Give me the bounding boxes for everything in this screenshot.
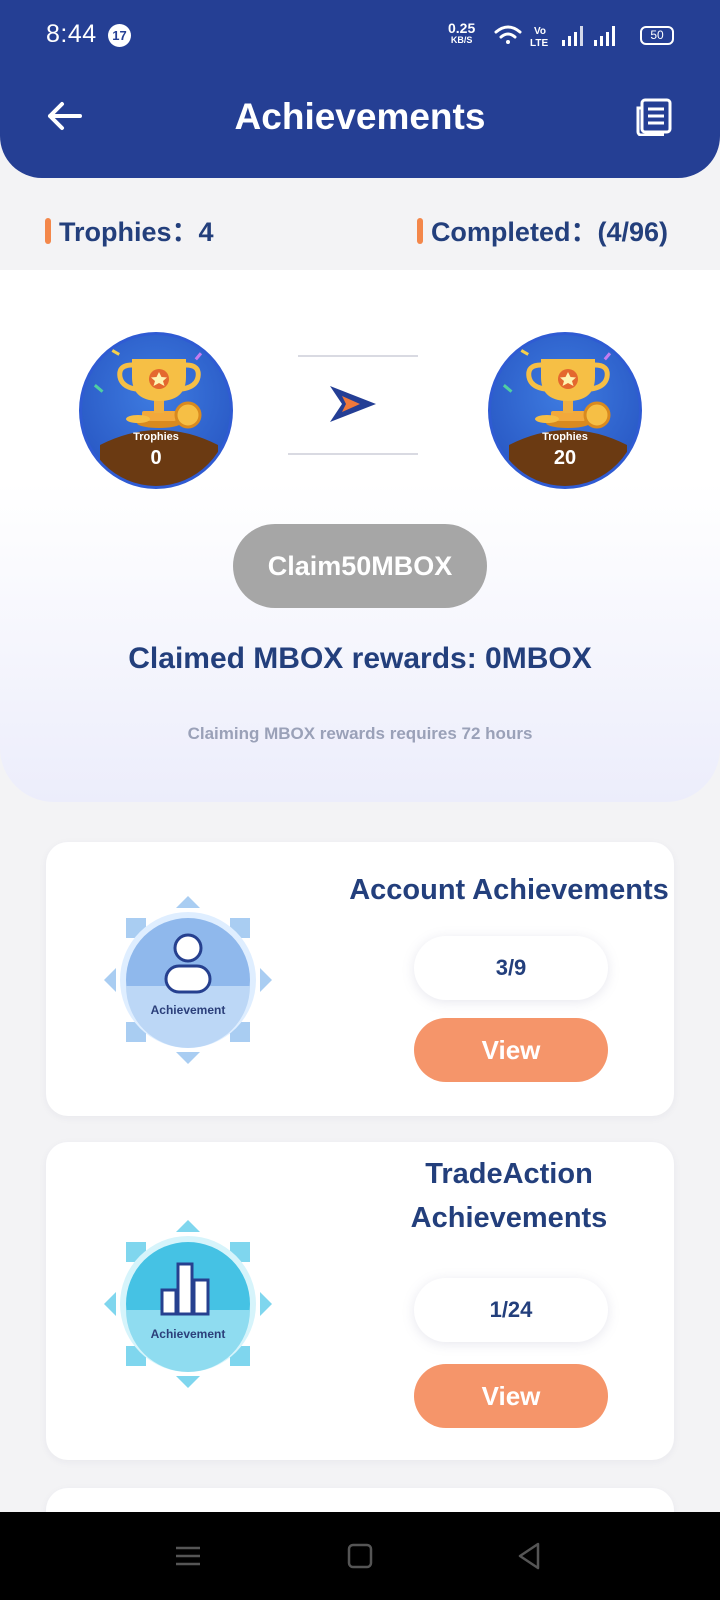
accent-bar [416,218,423,244]
trophies-summary: Trophies：4 [45,210,214,249]
next-trophy-badge: Trophies 20 [488,332,642,489]
status-bar: 8:44 17 0.25 KB/S Vo LTE 50 [0,0,720,70]
network-speed: 0.25 KB/S [448,21,475,46]
accent-bar [45,218,51,244]
claim-button[interactable]: Claim50MBOX [233,524,487,608]
completed-value: (4/96) [597,217,668,247]
notification-count-badge: 17 [108,24,131,47]
trophy-label: Trophies [542,431,588,443]
status-time: 8:44 [46,20,97,48]
back-triangle-icon[interactable] [514,1540,546,1572]
trophy-value: 20 [553,447,577,469]
account-achievements-card: Achievement Account Achievements 3/9 Vie… [46,842,674,1116]
claim-panel: Trophies 0 Trophies 20 Claim50MBOX Claim… [0,270,720,802]
trophy-label: Trophies [133,431,179,443]
summary-row: Trophies：4 Completed：(4/96) [0,188,720,268]
completed-label: Completed： [430,217,598,247]
menu-icon[interactable] [172,1540,204,1572]
card-title: TradeAction Achievements [346,1152,672,1240]
trophies-label: Trophies： [59,217,199,247]
trophy-value: 0 [150,447,162,469]
system-navigation-bar [0,1512,720,1600]
document-list-icon[interactable] [636,98,672,136]
current-trophy-badge: Trophies 0 [79,332,233,489]
system-status-icons: Vo LTE [494,25,615,49]
progress-count: 1/24 [414,1278,608,1342]
volte-label-line2: LTE [530,38,548,49]
badge-label: Achievement [151,1003,226,1017]
battery-indicator: 50 [640,26,674,45]
view-button[interactable]: View [414,1364,608,1428]
wifi-icon [494,25,522,44]
view-button[interactable]: View [414,1018,608,1082]
claim-requirement-note: Claiming MBOX rewards requires 72 hours [187,724,533,743]
signal-icon-2 [594,26,615,46]
trophies-value: 4 [198,217,214,247]
page-title: Achievements [234,96,486,137]
completed-summary: Completed：(4/96) [416,210,668,249]
progress-count: 3/9 [414,936,608,1000]
signal-icon-1 [562,26,583,46]
tradeaction-achievement-badge: Achievement [104,1220,272,1388]
claimed-rewards-text: Claimed MBOX rewards: 0MBOX [128,642,592,675]
app-header: 8:44 17 0.25 KB/S Vo LTE 50 Achievements [0,0,720,178]
arrow-right-icon [288,355,418,455]
home-square-icon[interactable] [344,1540,376,1572]
network-speed-unit: KB/S [450,35,473,45]
tradeaction-achievements-card: Achievement TradeAction Achievements 1/2… [46,1142,674,1460]
account-achievement-badge: Achievement [104,896,272,1064]
volte-label-line1: Vo [534,26,546,37]
card-title-line2: Achievements [410,1202,608,1234]
card-title-line1: TradeAction [425,1158,593,1190]
card-title: Account Achievements [349,874,669,906]
badge-label: Achievement [151,1327,226,1341]
